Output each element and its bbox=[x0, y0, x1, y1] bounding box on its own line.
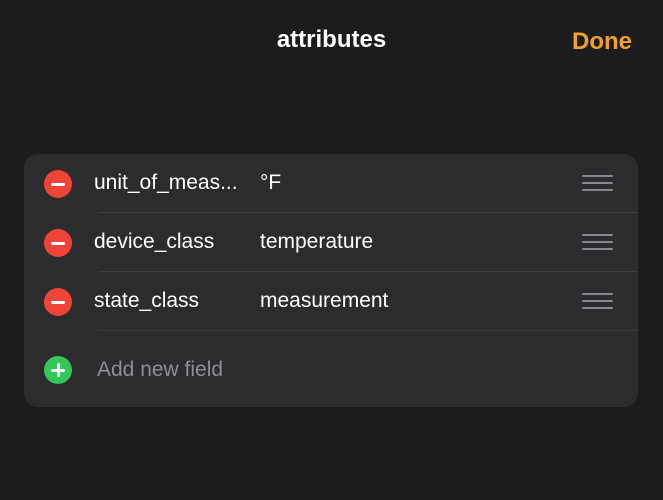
attributes-list: unit_of_meas... °F device_class temperat… bbox=[24, 154, 638, 407]
field-value[interactable]: °F bbox=[260, 170, 560, 196]
row-divider bbox=[98, 330, 638, 331]
delete-field-button[interactable] bbox=[44, 229, 72, 257]
field-key[interactable]: unit_of_meas... bbox=[94, 170, 249, 196]
list-item: unit_of_meas... °F bbox=[24, 154, 638, 213]
reorder-handle-icon[interactable] bbox=[582, 175, 613, 191]
add-field-button[interactable] bbox=[44, 356, 72, 384]
reorder-handle-icon[interactable] bbox=[582, 293, 613, 309]
page-title: attributes bbox=[276, 26, 387, 53]
reorder-handle-icon[interactable] bbox=[582, 234, 613, 250]
field-key[interactable]: device_class bbox=[94, 229, 249, 255]
add-new-field-label[interactable]: Add new field bbox=[97, 357, 223, 383]
field-value[interactable]: temperature bbox=[260, 229, 560, 255]
field-key[interactable]: state_class bbox=[94, 288, 249, 314]
list-item: device_class temperature bbox=[24, 213, 638, 272]
attributes-editor-screen: attributes Done unit_of_meas... °F devic… bbox=[0, 0, 663, 500]
delete-field-button[interactable] bbox=[44, 288, 72, 316]
done-button[interactable]: Done bbox=[572, 28, 632, 56]
delete-field-button[interactable] bbox=[44, 170, 72, 198]
field-value[interactable]: measurement bbox=[260, 288, 560, 314]
list-item: state_class measurement bbox=[24, 272, 638, 331]
